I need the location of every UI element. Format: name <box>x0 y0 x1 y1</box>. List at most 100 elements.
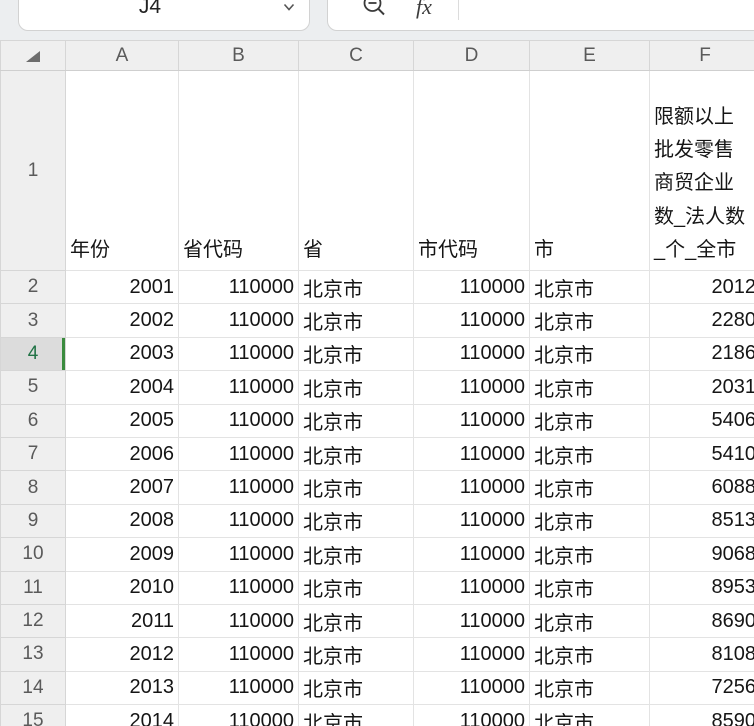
cell[interactable]: 北京市 <box>298 269 414 305</box>
cell[interactable]: 2001 <box>65 269 179 305</box>
column-header-f[interactable]: F <box>649 40 754 71</box>
cell[interactable]: 110000 <box>413 570 530 605</box>
cell[interactable]: 110000 <box>413 704 530 726</box>
cell[interactable]: 110000 <box>178 269 299 305</box>
row-header-12[interactable]: 12 <box>0 603 66 639</box>
cell[interactable]: 2007 <box>65 470 179 505</box>
cell[interactable]: 北京市 <box>298 403 414 438</box>
cell[interactable]: 北京市 <box>529 336 650 372</box>
cell[interactable]: 8953 <box>649 570 754 605</box>
cell[interactable]: 6088 <box>649 470 754 505</box>
cell[interactable]: 2013 <box>65 670 179 706</box>
cell[interactable]: 5406 <box>649 403 754 438</box>
cell[interactable]: 北京市 <box>298 436 414 472</box>
cell[interactable]: 7256 <box>649 670 754 706</box>
cell[interactable]: 110000 <box>178 503 299 539</box>
cell[interactable]: 北京市 <box>529 603 650 639</box>
cell[interactable]: 110000 <box>178 470 299 505</box>
cell[interactable]: 北京市 <box>529 704 650 726</box>
cell[interactable]: 北京市 <box>529 503 650 539</box>
column-header-d[interactable]: D <box>413 40 530 71</box>
cell[interactable]: 北京市 <box>298 637 414 672</box>
cell[interactable]: 110000 <box>413 537 530 572</box>
cell[interactable]: 北京市 <box>529 470 650 505</box>
cell[interactable]: 110000 <box>178 670 299 706</box>
cell[interactable]: 北京市 <box>529 637 650 672</box>
cell[interactable]: 8108 <box>649 637 754 672</box>
cell[interactable]: 2186 <box>649 336 754 372</box>
cell[interactable]: 北京市 <box>529 269 650 305</box>
row-header-10[interactable]: 10 <box>0 537 66 572</box>
cell[interactable]: 2031 <box>649 370 754 405</box>
cell[interactable]: 北京市 <box>298 303 414 338</box>
cell[interactable]: 110000 <box>178 303 299 338</box>
row-header-13[interactable]: 13 <box>0 637 66 672</box>
cell[interactable]: 2012 <box>65 637 179 672</box>
cell-a1[interactable]: 年份 <box>65 70 179 271</box>
cell[interactable]: 北京市 <box>298 336 414 372</box>
row-header-6[interactable]: 6 <box>0 403 66 438</box>
cell[interactable]: 110000 <box>413 336 530 372</box>
row-header-4[interactable]: 4 <box>0 336 66 372</box>
cell[interactable]: 110000 <box>413 269 530 305</box>
formula-bar[interactable]: fx <box>327 0 754 31</box>
cell[interactable]: 北京市 <box>298 470 414 505</box>
cell[interactable]: 110000 <box>413 403 530 438</box>
cell[interactable]: 110000 <box>178 704 299 726</box>
cell-e1[interactable]: 市 <box>529 70 650 271</box>
cell[interactable]: 110000 <box>413 503 530 539</box>
cell[interactable]: 110000 <box>413 370 530 405</box>
cell[interactable]: 8513 <box>649 503 754 539</box>
cell[interactable]: 110000 <box>178 570 299 605</box>
chevron-down-icon[interactable] <box>281 0 297 15</box>
cell-f1[interactable]: 限额以上批发零售商贸企业数_法人数_个_全市 <box>649 70 754 271</box>
cell[interactable]: 北京市 <box>529 370 650 405</box>
row-header-7[interactable]: 7 <box>0 436 66 472</box>
cell-b1[interactable]: 省代码 <box>178 70 299 271</box>
cell[interactable]: 110000 <box>413 436 530 472</box>
column-header-b[interactable]: B <box>178 40 299 71</box>
cell[interactable]: 北京市 <box>298 370 414 405</box>
cell[interactable]: 110000 <box>413 603 530 639</box>
name-box[interactable]: J4 <box>18 0 310 31</box>
row-header-5[interactable]: 5 <box>0 370 66 405</box>
cell[interactable]: 8690 <box>649 603 754 639</box>
cell[interactable]: 北京市 <box>298 503 414 539</box>
cell[interactable]: 110000 <box>413 670 530 706</box>
cell[interactable]: 110000 <box>413 637 530 672</box>
cell[interactable]: 2005 <box>65 403 179 438</box>
cell[interactable]: 2008 <box>65 503 179 539</box>
row-header-8[interactable]: 8 <box>0 470 66 505</box>
cell[interactable]: 9068 <box>649 537 754 572</box>
cell[interactable]: 110000 <box>413 470 530 505</box>
cell[interactable]: 110000 <box>178 403 299 438</box>
column-header-a[interactable]: A <box>65 40 179 71</box>
cell[interactable]: 2011 <box>65 603 179 639</box>
cell[interactable]: 2002 <box>65 303 179 338</box>
cell[interactable]: 2012 <box>649 269 754 305</box>
cell[interactable]: 110000 <box>178 336 299 372</box>
cell[interactable]: 北京市 <box>298 537 414 572</box>
name-box-value[interactable]: J4 <box>139 0 161 19</box>
cell[interactable]: 110000 <box>178 436 299 472</box>
fx-insert-function-icon[interactable]: fx <box>416 0 432 20</box>
cell[interactable]: 北京市 <box>298 670 414 706</box>
cell[interactable]: 北京市 <box>529 670 650 706</box>
select-all-corner[interactable] <box>0 40 66 71</box>
cell[interactable]: 北京市 <box>529 303 650 338</box>
row-header-1[interactable]: 1 <box>0 70 66 271</box>
row-header-15[interactable]: 15 <box>0 704 66 726</box>
cell[interactable]: 北京市 <box>298 570 414 605</box>
row-header-11[interactable]: 11 <box>0 570 66 605</box>
cell[interactable]: 北京市 <box>298 704 414 726</box>
cell[interactable]: 5410 <box>649 436 754 472</box>
cell[interactable]: 2280 <box>649 303 754 338</box>
cell[interactable]: 北京市 <box>529 537 650 572</box>
row-header-2[interactable]: 2 <box>0 269 66 305</box>
cell[interactable]: 110000 <box>178 637 299 672</box>
row-header-14[interactable]: 14 <box>0 670 66 706</box>
cell[interactable]: 北京市 <box>529 570 650 605</box>
cell[interactable]: 北京市 <box>529 403 650 438</box>
column-header-c[interactable]: C <box>298 40 414 71</box>
cell[interactable]: 2004 <box>65 370 179 405</box>
